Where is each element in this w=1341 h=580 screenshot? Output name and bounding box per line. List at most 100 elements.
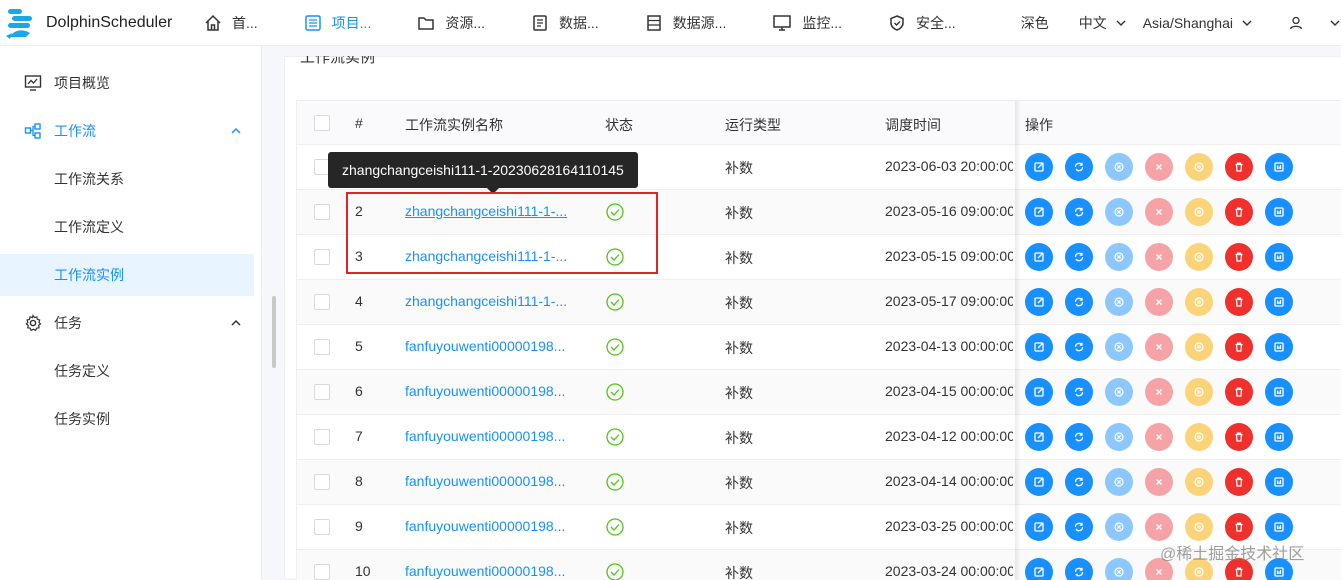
gantt-button[interactable]	[1265, 378, 1293, 406]
sidebar-item-task[interactable]: 任务	[0, 302, 254, 344]
pause-button[interactable]	[1185, 468, 1213, 496]
edit-button[interactable]	[1025, 378, 1053, 406]
rerun-button[interactable]	[1065, 243, 1093, 271]
stop-button[interactable]	[1145, 468, 1173, 496]
rerun-button[interactable]	[1065, 198, 1093, 226]
user-menu[interactable]	[1261, 16, 1315, 30]
language-select[interactable]: 中文	[1071, 13, 1135, 33]
pause-button[interactable]	[1185, 333, 1213, 361]
recover-button[interactable]	[1105, 558, 1133, 580]
gantt-button[interactable]	[1265, 468, 1293, 496]
edit-button[interactable]	[1025, 243, 1053, 271]
pause-button[interactable]	[1185, 243, 1213, 271]
user-menu-chevron[interactable]	[1315, 17, 1341, 29]
delete-button[interactable]	[1225, 153, 1253, 181]
delete-button[interactable]	[1225, 243, 1253, 271]
sidebar-item-workflow-definition[interactable]: 工作流定义	[0, 206, 254, 248]
row-checkbox[interactable]	[314, 564, 330, 580]
sidebar-item-task-definition[interactable]: 任务定义	[0, 350, 254, 392]
stop-button[interactable]	[1145, 198, 1173, 226]
nav-security[interactable]: 安全...	[874, 0, 970, 46]
row-checkbox[interactable]	[314, 249, 330, 265]
stop-button[interactable]	[1145, 153, 1173, 181]
theme-toggle[interactable]: 深色	[1013, 13, 1057, 33]
rerun-button[interactable]	[1065, 378, 1093, 406]
edit-button[interactable]	[1025, 558, 1053, 580]
gantt-button[interactable]	[1265, 153, 1293, 181]
row-instance-name-link[interactable]: fanfuyouwenti00000198...	[405, 428, 585, 444]
rerun-button[interactable]	[1065, 558, 1093, 580]
delete-button[interactable]	[1225, 288, 1253, 316]
row-checkbox[interactable]	[314, 204, 330, 220]
row-instance-name-link[interactable]: zhangchangceishi111-1-...	[405, 293, 585, 309]
delete-button[interactable]	[1225, 378, 1253, 406]
edit-button[interactable]	[1025, 288, 1053, 316]
rerun-button[interactable]	[1065, 513, 1093, 541]
select-all-checkbox[interactable]	[314, 115, 330, 131]
delete-button[interactable]	[1225, 423, 1253, 451]
rerun-button[interactable]	[1065, 423, 1093, 451]
pause-button[interactable]	[1185, 288, 1213, 316]
row-checkbox[interactable]	[314, 294, 330, 310]
row-checkbox[interactable]	[314, 429, 330, 445]
recover-button[interactable]	[1105, 513, 1133, 541]
recover-button[interactable]	[1105, 198, 1133, 226]
row-instance-name-link[interactable]: fanfuyouwenti00000198...	[405, 473, 585, 489]
delete-button[interactable]	[1225, 333, 1253, 361]
pause-button[interactable]	[1185, 423, 1213, 451]
delete-button[interactable]	[1225, 468, 1253, 496]
sidebar-item-overview[interactable]: 项目概览	[0, 62, 254, 104]
nav-project[interactable]: 项目...	[290, 0, 386, 46]
gantt-button[interactable]	[1265, 243, 1293, 271]
gantt-button[interactable]	[1265, 423, 1293, 451]
stop-button[interactable]	[1145, 333, 1173, 361]
recover-button[interactable]	[1105, 243, 1133, 271]
row-checkbox[interactable]	[314, 519, 330, 535]
row-instance-name-link[interactable]: fanfuyouwenti00000198...	[405, 563, 585, 579]
row-instance-name-link[interactable]: fanfuyouwenti00000198...	[405, 338, 585, 354]
sidebar-item-task-instance[interactable]: 任务实例	[0, 398, 254, 440]
delete-button[interactable]	[1225, 513, 1253, 541]
stop-button[interactable]	[1145, 423, 1173, 451]
row-checkbox[interactable]	[314, 474, 330, 490]
gantt-button[interactable]	[1265, 288, 1293, 316]
edit-button[interactable]	[1025, 468, 1053, 496]
nav-data-quality[interactable]: 数据...	[517, 0, 613, 46]
nav-resource[interactable]: 资源...	[403, 0, 499, 46]
recover-button[interactable]	[1105, 153, 1133, 181]
edit-button[interactable]	[1025, 198, 1053, 226]
stop-button[interactable]	[1145, 513, 1173, 541]
gantt-button[interactable]	[1265, 513, 1293, 541]
rerun-button[interactable]	[1065, 153, 1093, 181]
edit-button[interactable]	[1025, 423, 1053, 451]
rerun-button[interactable]	[1065, 468, 1093, 496]
recover-button[interactable]	[1105, 468, 1133, 496]
logo[interactable]: DolphinScheduler	[0, 3, 190, 43]
sidebar-item-workflow-instance[interactable]: 工作流实例	[0, 254, 254, 296]
sidebar-item-workflow-relation[interactable]: 工作流关系	[0, 158, 254, 200]
rerun-button[interactable]	[1065, 333, 1093, 361]
edit-button[interactable]	[1025, 513, 1053, 541]
row-checkbox[interactable]	[314, 384, 330, 400]
sidebar-item-workflow[interactable]: 工作流	[0, 110, 254, 152]
rerun-button[interactable]	[1065, 288, 1093, 316]
pause-button[interactable]	[1185, 153, 1213, 181]
sidebar-scrollbar[interactable]	[272, 296, 276, 368]
stop-button[interactable]	[1145, 378, 1173, 406]
row-instance-name-link[interactable]: fanfuyouwenti00000198...	[405, 518, 585, 534]
nav-monitor[interactable]: 监控...	[758, 0, 856, 46]
pause-button[interactable]	[1185, 513, 1213, 541]
pause-button[interactable]	[1185, 198, 1213, 226]
timezone-select[interactable]: Asia/Shanghai	[1135, 15, 1261, 31]
stop-button[interactable]	[1145, 288, 1173, 316]
recover-button[interactable]	[1105, 378, 1133, 406]
recover-button[interactable]	[1105, 423, 1133, 451]
row-instance-name-link[interactable]: fanfuyouwenti00000198...	[405, 383, 585, 399]
row-checkbox[interactable]	[314, 339, 330, 355]
gantt-button[interactable]	[1265, 198, 1293, 226]
recover-button[interactable]	[1105, 333, 1133, 361]
nav-home[interactable]: 首...	[190, 0, 272, 46]
delete-button[interactable]	[1225, 198, 1253, 226]
stop-button[interactable]	[1145, 243, 1173, 271]
edit-button[interactable]	[1025, 153, 1053, 181]
